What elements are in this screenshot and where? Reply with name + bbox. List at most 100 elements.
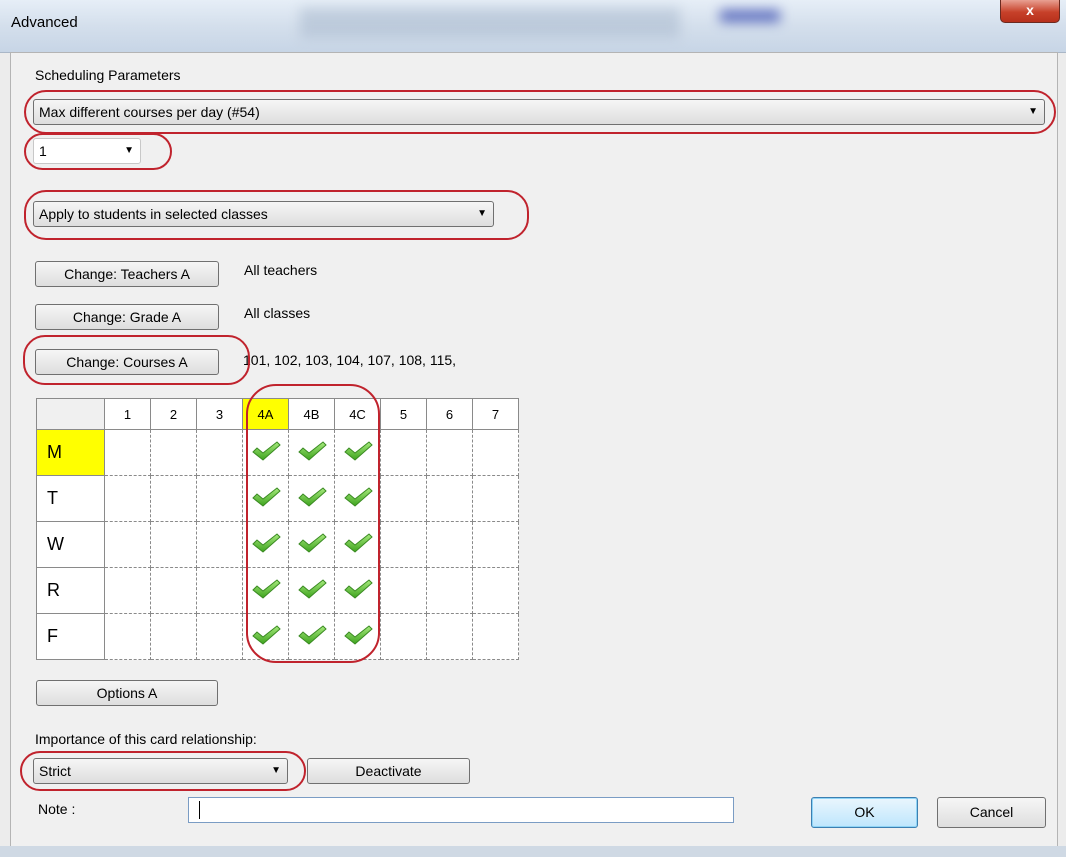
green-checkmark-icon bbox=[297, 486, 327, 507]
grid-row-header[interactable]: M bbox=[36, 429, 105, 476]
grid-cell[interactable] bbox=[288, 613, 335, 660]
grid-cell[interactable] bbox=[426, 567, 473, 614]
grid-cell[interactable] bbox=[380, 613, 427, 660]
grid-cell[interactable] bbox=[288, 567, 335, 614]
grid-cell[interactable] bbox=[288, 429, 335, 476]
window-bottom-edge bbox=[0, 846, 1066, 857]
grid-cell[interactable] bbox=[426, 429, 473, 476]
grid-cell[interactable] bbox=[334, 613, 381, 660]
grid-row-header[interactable]: W bbox=[36, 521, 105, 568]
grid-cell[interactable] bbox=[242, 567, 289, 614]
green-checkmark-icon bbox=[343, 440, 373, 461]
title-bar[interactable]: Advanced x bbox=[0, 0, 1066, 53]
grid-cell[interactable] bbox=[472, 613, 519, 660]
grid-cell[interactable] bbox=[334, 521, 381, 568]
grade-value: All classes bbox=[244, 305, 311, 321]
note-input[interactable] bbox=[188, 797, 734, 823]
change-courses-button[interactable]: Change: Courses A bbox=[35, 349, 219, 375]
grid-cell[interactable] bbox=[242, 429, 289, 476]
grid-cell[interactable] bbox=[242, 475, 289, 522]
grid-cell[interactable] bbox=[334, 475, 381, 522]
grid-row: F bbox=[36, 613, 519, 660]
grid-cell[interactable] bbox=[104, 567, 151, 614]
apply-scope-select-value: Apply to students in selected classes bbox=[39, 206, 268, 222]
grid-cell[interactable] bbox=[196, 475, 243, 522]
grid-column-header[interactable]: 5 bbox=[380, 398, 427, 430]
importance-select[interactable]: Strict ▼ bbox=[33, 758, 288, 784]
grid-cell[interactable] bbox=[104, 613, 151, 660]
grid-cell[interactable] bbox=[196, 567, 243, 614]
grid-row: W bbox=[36, 521, 519, 568]
grid-cell[interactable] bbox=[242, 613, 289, 660]
cancel-button[interactable]: Cancel bbox=[937, 797, 1046, 828]
grid-column-header[interactable]: 4C bbox=[334, 398, 381, 430]
green-checkmark-icon bbox=[343, 624, 373, 645]
grid-column-header[interactable]: 4A bbox=[242, 398, 289, 430]
change-teachers-button[interactable]: Change: Teachers A bbox=[35, 261, 219, 287]
grid-cell[interactable] bbox=[196, 429, 243, 476]
grid-cell[interactable] bbox=[472, 475, 519, 522]
scheduling-parameters-label: Scheduling Parameters bbox=[35, 67, 181, 83]
grid-cell[interactable] bbox=[426, 613, 473, 660]
grid-cell[interactable] bbox=[196, 613, 243, 660]
grid-column-header[interactable]: 6 bbox=[426, 398, 473, 430]
grid-column-header[interactable]: 3 bbox=[196, 398, 243, 430]
green-checkmark-icon bbox=[251, 578, 281, 599]
grid-cell[interactable] bbox=[380, 475, 427, 522]
grid-row-header[interactable]: T bbox=[36, 475, 105, 522]
importance-select-value: Strict bbox=[39, 763, 71, 779]
grid-row-header[interactable]: F bbox=[36, 613, 105, 660]
grid-cell[interactable] bbox=[334, 567, 381, 614]
grid-cell[interactable] bbox=[380, 429, 427, 476]
grid-cell[interactable] bbox=[196, 521, 243, 568]
importance-label: Importance of this card relationship: bbox=[35, 731, 257, 747]
grid-cell[interactable] bbox=[288, 475, 335, 522]
grid-cell[interactable] bbox=[426, 521, 473, 568]
grid-cell[interactable] bbox=[380, 521, 427, 568]
blurred-background bbox=[300, 8, 680, 38]
grid-row-header[interactable]: R bbox=[36, 567, 105, 614]
options-button[interactable]: Options A bbox=[36, 680, 218, 706]
grid-cell[interactable] bbox=[150, 613, 197, 660]
green-checkmark-icon bbox=[251, 532, 281, 553]
grid-cell[interactable] bbox=[472, 521, 519, 568]
count-select[interactable]: 1 ▼ bbox=[33, 138, 141, 164]
green-checkmark-icon bbox=[251, 486, 281, 507]
ok-button[interactable]: OK bbox=[811, 797, 918, 828]
grid-cell[interactable] bbox=[150, 567, 197, 614]
deactivate-button[interactable]: Deactivate bbox=[307, 758, 470, 784]
grid-cell[interactable] bbox=[334, 429, 381, 476]
grid-cell[interactable] bbox=[150, 429, 197, 476]
grid-column-header[interactable]: 1 bbox=[104, 398, 151, 430]
green-checkmark-icon bbox=[297, 578, 327, 599]
chevron-down-icon: ▼ bbox=[271, 765, 281, 776]
green-checkmark-icon bbox=[297, 532, 327, 553]
grid-cell[interactable] bbox=[150, 521, 197, 568]
blurred-background-accent bbox=[720, 10, 780, 22]
grid-cell[interactable] bbox=[380, 567, 427, 614]
grid-cell[interactable] bbox=[426, 475, 473, 522]
note-label: Note : bbox=[38, 801, 76, 817]
green-checkmark-icon bbox=[343, 532, 373, 553]
grid-cell[interactable] bbox=[150, 475, 197, 522]
grid-cell[interactable] bbox=[104, 521, 151, 568]
grid-cell[interactable] bbox=[104, 475, 151, 522]
grid-row: T bbox=[36, 475, 519, 522]
teachers-value: All teachers bbox=[244, 262, 318, 278]
grid-cell[interactable] bbox=[472, 429, 519, 476]
grid-cell[interactable] bbox=[104, 429, 151, 476]
grid-row: M bbox=[36, 429, 519, 476]
grid-header-row: 1 2 3 4A 4B 4C 5 6 7 bbox=[36, 398, 519, 430]
green-checkmark-icon bbox=[343, 486, 373, 507]
grid-cell[interactable] bbox=[472, 567, 519, 614]
close-button[interactable]: x bbox=[1000, 0, 1060, 23]
apply-scope-select[interactable]: Apply to students in selected classes ▼ bbox=[33, 201, 494, 227]
change-grade-button[interactable]: Change: Grade A bbox=[35, 304, 219, 330]
chevron-down-icon: ▼ bbox=[124, 145, 134, 156]
grid-column-header[interactable]: 7 bbox=[472, 398, 519, 430]
grid-column-header[interactable]: 4B bbox=[288, 398, 335, 430]
constraint-select[interactable]: Max different courses per day (#54) ▼ bbox=[33, 99, 1045, 125]
grid-column-header[interactable]: 2 bbox=[150, 398, 197, 430]
grid-cell[interactable] bbox=[242, 521, 289, 568]
grid-cell[interactable] bbox=[288, 521, 335, 568]
